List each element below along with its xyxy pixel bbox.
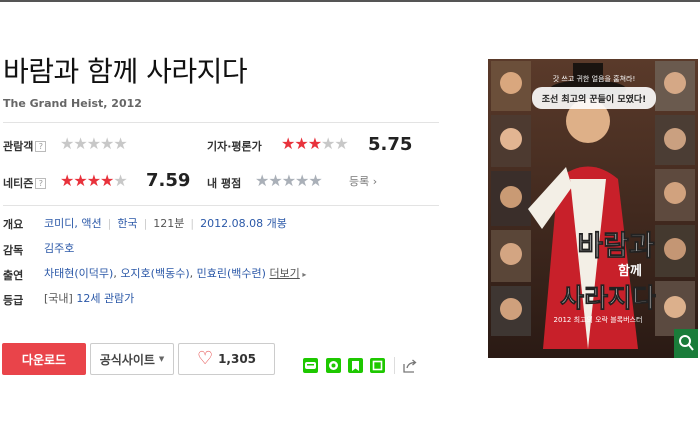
star-icon: ★ [113,134,127,153]
official-site-label: 공식사이트 [99,352,155,367]
download-label: 다운로드 [21,352,67,367]
director-row: 김주호 [44,240,74,256]
genre-link[interactable]: 코미디, 액션 [44,217,102,230]
movie-poster[interactable]: 갓 쓰고 귀한 얼음을 훔쳐라! 조선 최고의 꾼들이 모였다! 바람과 함께 … [488,59,698,358]
grade-row: [국내] 12세 관람가 [44,290,134,306]
star-icon[interactable]: ★ [308,171,322,190]
star-icon[interactable]: ★ [282,171,296,190]
poster-bottom-text: 2012 최고의 오락 블록버스터 [554,315,643,324]
poster-title-3: 사라지다 [560,284,656,314]
star-icon: ★ [73,134,87,153]
naver-blog-share-icon[interactable] [303,358,318,373]
my-rating-stars[interactable]: ★★★★★ [255,171,323,190]
critic-rating-label: 기자·평론가 [207,140,262,153]
poster-title-1: 바람과 [577,229,655,262]
star-icon: ★ [281,134,295,153]
critic-score: 5.75 [368,134,413,155]
cast-link[interactable]: 차태현(이덕무) [44,267,113,280]
top-border [0,0,700,2]
star-icon: ★ [334,134,348,153]
help-icon[interactable]: ? [35,178,47,189]
overview-row: 코미디, 액션 | 한국 | 121분 | 2012.08.08 개봉 [44,217,287,230]
register-label: 등록 [349,175,370,188]
grade-link[interactable]: 12세 관람가 [76,292,134,305]
star-icon: ★ [294,134,308,153]
star-icon: ★ [60,171,74,190]
my-rating-label: 내 평점 [207,177,242,190]
netizen-stars: ★★★★★ [60,171,128,190]
movie-subtitle: The Grand Heist, 2012 [3,97,142,110]
like-count: 1,305 [218,352,257,366]
register-rating-link[interactable]: 등록 › [349,173,377,189]
netizen-label-text: 네티즌 [3,177,34,190]
share-icon[interactable] [402,358,417,373]
poster-tagline-1: 갓 쓰고 귀한 얼음을 훔쳐라! [553,74,636,83]
release-date-link[interactable]: 2012.08.08 개봉 [200,217,287,230]
more-cast-link[interactable]: 더보기 [269,267,299,280]
overview-label: 개요 [3,218,24,231]
download-button[interactable]: 다운로드 [2,343,86,375]
netizen-rating-label: 네티즌? [3,175,47,191]
naver-band-share-icon[interactable] [326,358,341,373]
star-icon: ★ [73,171,87,190]
star-icon[interactable]: ★ [268,171,282,190]
grade-label: 등급 [3,294,24,307]
help-icon[interactable]: ? [35,141,47,152]
star-icon: ★ [86,134,101,153]
country-link[interactable]: 한국 [117,217,137,230]
memo-share-icon[interactable] [370,358,385,373]
director-link[interactable]: 김주호 [44,242,74,255]
caret-right-icon: ▸ [299,270,307,279]
poster-title-2: 함께 [618,263,642,279]
critic-stars: ★★★★★ [281,134,349,153]
more-label: 더보기 [269,267,300,280]
runtime: 121분 [153,217,185,230]
share-divider [394,357,395,374]
official-site-dropdown[interactable]: 공식사이트 ▼ [90,343,174,375]
director-label: 감독 [3,244,24,257]
star-icon: ★ [321,134,335,153]
star-icon[interactable]: ★ [295,171,309,190]
chevron-right-icon: › [369,175,378,188]
star-icon: ★ [100,171,114,190]
heart-icon: ♡ [196,348,214,369]
cast-link[interactable]: 민효린(백수련) [197,267,266,280]
cast-link[interactable]: 오지호(백동수) [120,267,189,280]
audience-stars: ★★★★★ [60,134,128,153]
star-icon: ★ [113,171,127,190]
caret-down-icon: ▼ [158,355,165,363]
grade-region: [국내] [44,292,73,305]
like-button[interactable]: ♡ 1,305 [178,343,275,375]
star-icon: ★ [100,134,114,153]
divider [3,205,439,206]
magnifier-icon[interactable] [674,329,698,358]
audience-label-text: 관람객 [3,140,34,153]
bookmark-share-icon[interactable] [348,358,363,373]
netizen-score: 7.59 [146,170,191,191]
star-icon: ★ [307,134,322,153]
star-icon: ★ [86,171,101,190]
star-icon[interactable]: ★ [255,171,269,190]
poster-tagline-2: 조선 최고의 꾼들이 모였다! [542,93,647,105]
star-icon: ★ [60,134,74,153]
cast-label: 출연 [3,269,24,282]
audience-rating-label: 관람객? [3,138,47,154]
cast-row: 차태현(이덕무), 오지호(백동수), 민효린(백수련) 더보기 ▸ [44,267,307,280]
movie-title: 바람과 함께 사라지다 [3,55,248,88]
divider [3,122,439,123]
